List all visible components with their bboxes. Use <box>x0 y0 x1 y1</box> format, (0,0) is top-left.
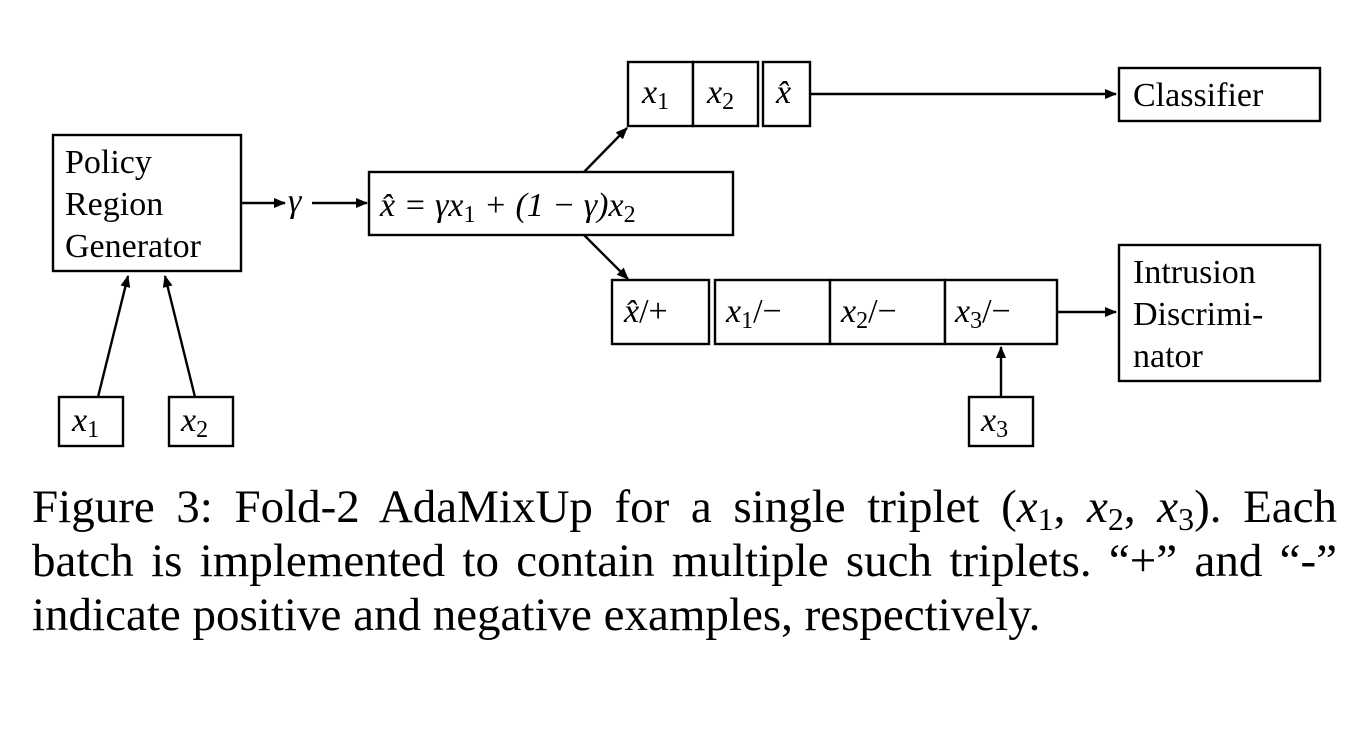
gamma-label: γ <box>288 183 303 220</box>
classifier-batch: x1 x2 x̂ <box>626 60 812 128</box>
svg-text:x2/−: x2/− <box>840 293 897 334</box>
arrow-x2-to-generator <box>162 275 197 398</box>
discriminator-batch: x̂/+ x1/− x2/− x3/− <box>610 278 1059 346</box>
svg-text:nator: nator <box>1133 338 1204 375</box>
arrow-mix-to-classifier-batch <box>583 127 628 173</box>
policy-generator-line-2: Region <box>65 186 163 223</box>
svg-text:x̂: x̂ <box>775 74 791 111</box>
classifier-box: Classifier <box>1117 66 1322 123</box>
caption-prefix: Figure 3: Fold-2 AdaMixUp for a single t… <box>32 481 1017 533</box>
policy-region-generator-box: Policy Region Generator <box>51 133 243 273</box>
adamixup-diagram: Policy Region Generator x1 x2 γ x̂ = γx1… <box>51 60 1322 448</box>
arrow-x1-to-generator <box>96 275 131 398</box>
mixing-formula: x̂ = γx1 + (1 − γ)x2 <box>379 187 636 228</box>
intrusion-discriminator-box: Intrusion Discrimi- nator <box>1117 243 1322 383</box>
svg-text:x1/−: x1/− <box>725 293 782 334</box>
svg-text:Discrimi-: Discrimi- <box>1133 296 1263 333</box>
input-x1-box: x1 <box>57 395 125 448</box>
svg-text:Classifier: Classifier <box>1133 77 1264 114</box>
input-x2-box: x2 <box>167 395 235 448</box>
mixing-formula-box: x̂ = γx1 + (1 − γ)x2 <box>367 170 735 237</box>
figure-caption: Figure 3: Fold-2 AdaMixUp for a single t… <box>32 481 1338 641</box>
policy-generator-line-3: Generator <box>65 228 202 265</box>
svg-text:x̂/+: x̂/+ <box>623 293 668 330</box>
policy-generator-line-1: Policy <box>65 144 152 181</box>
input-x3-box: x3 <box>967 395 1035 448</box>
svg-text:x3/−: x3/− <box>954 293 1011 334</box>
arrow-mix-to-discriminator-batch <box>583 234 629 280</box>
svg-text:Intrusion: Intrusion <box>1133 254 1256 291</box>
